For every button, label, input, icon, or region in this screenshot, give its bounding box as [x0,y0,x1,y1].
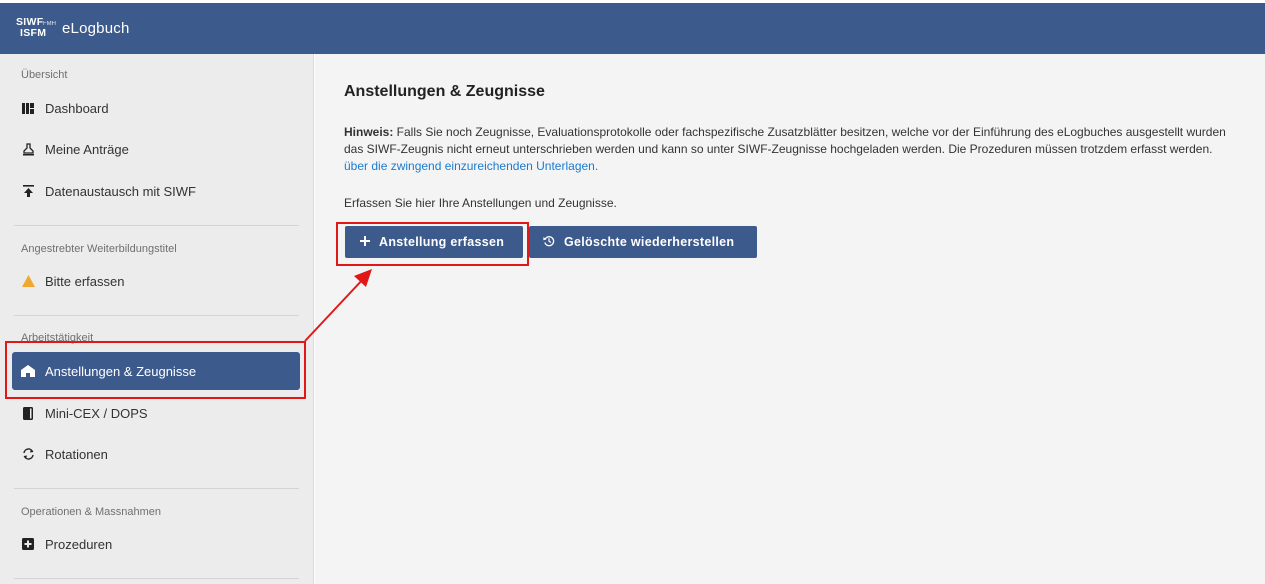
sidebar-item-datenaustausch[interactable]: Datenaustausch mit SIWF [12,172,300,210]
page-title: Anstellungen & Zeugnisse [344,83,545,100]
sidebar-item-label: Mini-CEX / DOPS [45,405,148,421]
add-employment-label: Anstellung erfassen [379,235,505,249]
hint-text: Hinweis: Falls Sie noch Zeugnisse, Evalu… [344,124,1265,175]
section-title-operationen: Operationen & Massnahmen [21,506,162,518]
sidebar-item-label: Meine Anträge [45,141,129,157]
sidebar-item-label: Datenaustausch mit SIWF [45,183,196,199]
dashboard-icon [21,101,35,115]
sidebar-divider [14,315,299,316]
warning-icon [21,274,35,288]
plus-icon [360,235,370,249]
section-title-arbeitstaetigkeit: Arbeitstätigkeit [21,332,94,344]
sidebar-item-bitte-erfassen[interactable]: Bitte erfassen [12,262,300,300]
plus-square-icon [21,537,35,551]
sidebar-item-anstellungen-zeugnisse[interactable]: Anstellungen & Zeugnisse [12,352,300,390]
sidebar-item-label: Dashboard [45,100,109,116]
hint-label: Hinweis: [344,125,394,139]
book-icon [21,406,35,420]
app-title[interactable]: eLogbuch [62,20,130,37]
upload-icon [21,184,35,198]
stamp-icon [21,142,35,156]
hint-line-2: das SIWF-Zeugnis nicht erneut unterschri… [344,142,1213,156]
sidebar-divider [14,488,299,489]
sidebar-item-label: Prozeduren [45,536,113,552]
sidebar-item-prozeduren[interactable]: Prozeduren [12,525,300,563]
sidebar-item-label: Bitte erfassen [45,273,125,289]
siwf-logo[interactable]: SIWF ISFM FMH [16,17,60,41]
sidebar-item-mini-cex-dops[interactable]: Mini-CEX / DOPS [12,394,300,432]
sidebar-divider [14,225,299,226]
sidebar-item-label: Anstellungen & Zeugnisse [45,363,197,379]
rotate-icon [21,447,35,461]
app-header: SIWF ISFM FMH eLogbuch [0,3,1265,54]
sidebar-item-dashboard[interactable]: Dashboard [12,89,300,127]
lead-text: Erfassen Sie hier Ihre Anstellungen und … [344,196,617,210]
building-icon [21,364,35,378]
sidebar: Übersicht Dashboard Meine Anträge Datena… [0,54,314,584]
section-title-weiterbildungstitel: Angestrebter Weiterbildungstitel [21,243,177,255]
history-icon [543,235,555,250]
main-content: Anstellungen & Zeugnisse Hinweis: Falls … [315,54,1265,584]
documents-link[interactable]: über die zwingend einzureichenden Unterl… [344,159,598,173]
sidebar-item-rotationen[interactable]: Rotationen [12,435,300,473]
hint-line-1: Falls Sie noch Zeugnisse, Evaluationspro… [393,125,1226,139]
restore-deleted-label: Gelöschte wiederherstellen [564,235,735,249]
sidebar-divider [14,578,299,579]
sidebar-item-meine-antraege[interactable]: Meine Anträge [12,130,300,168]
restore-deleted-button[interactable]: Gelöschte wiederherstellen [529,226,757,258]
add-employment-button[interactable]: Anstellung erfassen [345,226,523,258]
section-title-overview: Übersicht [21,69,68,81]
sidebar-item-label: Rotationen [45,446,108,462]
